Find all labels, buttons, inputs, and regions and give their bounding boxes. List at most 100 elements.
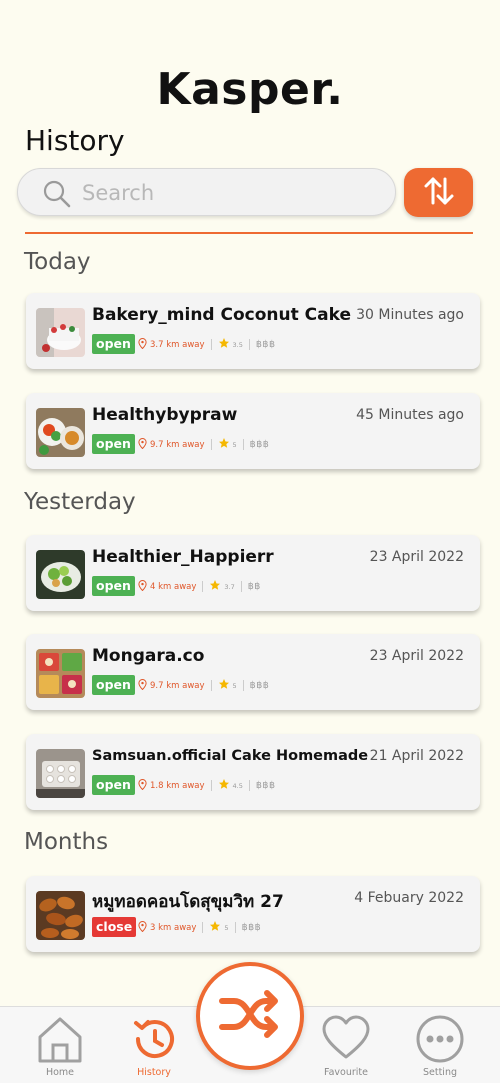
meta-divider — [210, 339, 212, 350]
rating-value: 5 — [232, 440, 237, 449]
shop-thumbnail — [36, 550, 85, 599]
status-badge: open — [92, 675, 135, 695]
shop-thumbnail — [36, 408, 85, 457]
more-dots-icon — [415, 1011, 465, 1069]
shop-name: หมูทอดคอนโดสุขุมวิท 27 — [92, 892, 284, 912]
nav-history-label: History — [137, 1067, 171, 1078]
price-level: ฿฿฿ — [255, 339, 276, 350]
shop-name: Healthier_Happierr — [92, 547, 274, 567]
shop-name: Bakery_mind Coconut Cake — [92, 305, 351, 325]
distance-text: 1.8 km away — [150, 780, 205, 791]
shop-meta: 9.7 km away 5 ฿฿฿ — [138, 678, 269, 693]
meta-divider — [202, 581, 204, 592]
visit-time: 30 Minutes ago — [356, 307, 464, 323]
star-icon — [209, 920, 221, 935]
price-level: ฿฿฿ — [249, 680, 270, 691]
visit-time: 23 April 2022 — [369, 549, 464, 565]
history-card[interactable]: Samsuan.official Cake Homemade 21 April … — [26, 734, 480, 810]
sort-arrows-icon — [422, 175, 456, 211]
shop-name: Healthybypraw — [92, 405, 238, 425]
search-icon — [42, 179, 72, 213]
shuffle-button[interactable] — [196, 962, 304, 1070]
shop-meta: 3.7 km away 3.5 ฿฿฿ — [138, 337, 276, 352]
location-pin-icon — [138, 337, 147, 352]
shop-meta: 9.7 km away 5 ฿฿฿ — [138, 437, 269, 452]
section-months: Months — [24, 829, 109, 855]
history-icon — [129, 1011, 179, 1069]
nav-setting[interactable]: Setting — [390, 1007, 490, 1083]
price-level: ฿฿ — [247, 581, 261, 592]
header-divider — [25, 232, 473, 234]
status-badge: open — [92, 576, 135, 596]
app-brand: Kasper. — [156, 64, 344, 115]
distance-text: 9.7 km away — [150, 439, 205, 450]
location-pin-icon — [138, 678, 147, 693]
history-card[interactable]: Healthier_Happierr 23 April 2022 open 4 … — [26, 535, 480, 611]
visit-time: 23 April 2022 — [369, 648, 464, 664]
shop-meta: 4 km away 3.7 ฿฿ — [138, 579, 261, 594]
sort-button[interactable] — [404, 168, 473, 217]
search-bar[interactable] — [17, 168, 396, 216]
nav-favourite-label: Favourite — [324, 1067, 368, 1078]
rating-value: 4.5 — [232, 781, 243, 790]
visit-time: 21 April 2022 — [369, 748, 464, 764]
visit-time: 45 Minutes ago — [356, 407, 464, 423]
location-pin-icon — [138, 778, 147, 793]
distance-text: 3 km away — [150, 922, 197, 933]
location-pin-icon — [138, 920, 147, 935]
distance-text: 4 km away — [150, 581, 197, 592]
nav-history[interactable]: History — [104, 1007, 204, 1083]
page-title: History — [25, 124, 125, 157]
nav-home[interactable]: Home — [10, 1007, 110, 1083]
meta-divider — [248, 339, 250, 350]
location-pin-icon — [138, 437, 147, 452]
status-badge: open — [92, 334, 135, 354]
distance-text: 3.7 km away — [150, 339, 205, 350]
meta-divider — [210, 439, 212, 450]
shuffle-icon — [218, 989, 282, 1043]
meta-divider — [210, 780, 212, 791]
search-input[interactable] — [80, 176, 384, 210]
nav-favourite[interactable]: Favourite — [296, 1007, 396, 1083]
shop-name: Mongara.co — [92, 646, 205, 666]
home-icon — [35, 1011, 85, 1069]
location-pin-icon — [138, 579, 147, 594]
star-icon — [218, 337, 230, 352]
shop-meta: 1.8 km away 4.5 ฿฿฿ — [138, 778, 276, 793]
rating-value: 3.5 — [232, 340, 243, 349]
shop-thumbnail — [36, 891, 85, 940]
rating-value: 5 — [224, 923, 229, 932]
status-badge: open — [92, 775, 135, 795]
meta-divider — [248, 780, 250, 791]
price-level: ฿฿฿ — [241, 922, 262, 933]
price-level: ฿฿฿ — [249, 439, 270, 450]
shop-meta: 3 km away 5 ฿฿฿ — [138, 920, 261, 935]
star-icon — [218, 778, 230, 793]
status-badge: open — [92, 434, 135, 454]
rating-value: 5 — [232, 681, 237, 690]
history-card[interactable]: Mongara.co 23 April 2022 open 9.7 km awa… — [26, 634, 480, 710]
meta-divider — [234, 922, 236, 933]
shop-name: Samsuan.official Cake Homemade — [92, 748, 369, 764]
distance-text: 9.7 km away — [150, 680, 205, 691]
nav-home-label: Home — [45, 1067, 75, 1078]
history-card[interactable]: Healthybypraw 45 Minutes ago open 9.7 km… — [26, 393, 480, 469]
rating-value: 3.7 — [224, 582, 235, 591]
shop-thumbnail — [36, 749, 85, 798]
meta-divider — [240, 581, 242, 592]
section-yesterday: Yesterday — [24, 489, 136, 515]
price-level: ฿฿฿ — [255, 780, 276, 791]
heart-icon — [321, 1011, 371, 1069]
history-card[interactable]: หมูทอดคอนโดสุขุมวิท 27 4 Febuary 2022 cl… — [26, 876, 480, 952]
star-icon — [209, 579, 221, 594]
nav-setting-label: Setting — [422, 1067, 457, 1078]
visit-time: 4 Febuary 2022 — [354, 890, 464, 906]
history-card[interactable]: Bakery_mind Coconut Cake 30 Minutes ago … — [26, 293, 480, 369]
meta-divider — [202, 922, 204, 933]
status-badge: close — [92, 917, 137, 937]
star-icon — [218, 678, 230, 693]
meta-divider — [242, 439, 244, 450]
shop-thumbnail — [36, 308, 85, 357]
star-icon — [218, 437, 230, 452]
meta-divider — [242, 680, 244, 691]
